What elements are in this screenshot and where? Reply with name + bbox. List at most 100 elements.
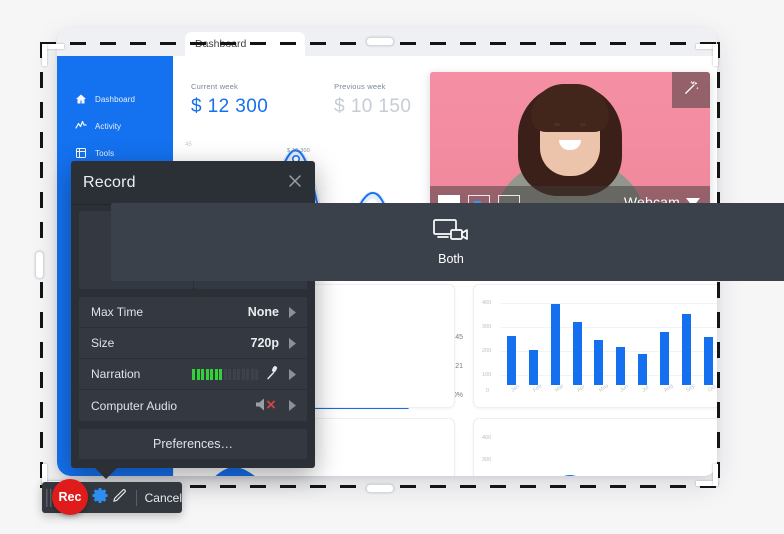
bar-x-tick: Jul	[641, 384, 651, 394]
webcam-size-large-button[interactable]	[498, 195, 520, 209]
meter-segment	[219, 368, 222, 380]
mode-label: Webcam	[225, 260, 275, 274]
meter-segment	[223, 368, 227, 380]
chevron-down-icon	[686, 194, 700, 210]
preferences-label: Preferences…	[153, 437, 233, 451]
webcam-source-dropdown[interactable]: Webcam	[624, 194, 700, 210]
resize-handle-right-center[interactable]	[716, 251, 725, 279]
mode-screen-button[interactable]: Screen	[79, 211, 193, 289]
magic-wand-button[interactable]	[672, 72, 710, 108]
meter-segment	[196, 368, 200, 380]
sidebar-logo	[57, 56, 173, 90]
webcam-size-medium-button[interactable]	[468, 195, 490, 209]
bar	[507, 335, 517, 385]
bar	[572, 322, 582, 385]
preferences-button[interactable]: Preferences…	[79, 429, 307, 459]
bar	[528, 349, 538, 385]
card-area-chart: 400 300 200 100	[473, 418, 717, 476]
microphone-icon[interactable]	[266, 365, 279, 383]
x-tick: Fri	[329, 260, 336, 266]
cancel-button[interactable]: Cancel	[145, 491, 182, 505]
record-mode-selector: Screen Webcam Both	[71, 203, 784, 289]
tab-label: Dashboard	[195, 38, 247, 50]
bar	[703, 336, 713, 385]
chevron-right-icon	[285, 306, 299, 318]
record-label: Rec	[58, 490, 82, 504]
mode-label: Screen	[115, 260, 156, 274]
speaker-muted-icon[interactable]	[255, 397, 279, 415]
kpi-value: $ 10 150	[334, 96, 412, 117]
webcam-size-small-button[interactable]	[438, 195, 460, 209]
webcam-controls-bar: Webcam	[430, 186, 710, 218]
meter-segment	[228, 368, 231, 380]
chevron-right-icon	[285, 368, 299, 380]
settings-button[interactable]	[91, 487, 111, 509]
record-button[interactable]: Rec	[52, 479, 88, 515]
meter-segment	[232, 368, 236, 380]
meter-segment	[201, 368, 204, 380]
mode-webcam-button[interactable]: Webcam	[193, 211, 307, 289]
magic-wand-icon	[682, 79, 700, 102]
webcam-preview-overlay[interactable]: Webcam	[430, 72, 710, 218]
gear-icon	[92, 487, 109, 509]
option-max-time[interactable]: Max Time None	[79, 297, 307, 328]
kpi-current-week: Current week $ 12 300	[191, 82, 268, 118]
bar-series	[502, 297, 717, 385]
move-drag-handle[interactable]	[355, 238, 395, 276]
draw-annotate-button[interactable]	[110, 487, 130, 509]
pencil-icon	[111, 487, 128, 509]
meter-segment	[205, 368, 209, 380]
option-label: Max Time	[91, 305, 144, 319]
home-icon	[75, 93, 87, 105]
tools-grid-icon	[75, 147, 87, 159]
bar-y-tick: 200	[482, 348, 492, 354]
meter-segment	[255, 368, 258, 380]
browser-tabbar: Dashboard	[57, 28, 717, 56]
sidebar-item-label: Activity	[95, 121, 122, 131]
recorder-toolbar: Cancel Rec	[42, 479, 182, 515]
sidebar-item-label: Dashboard	[95, 94, 136, 104]
bar-x-tick: Oct	[706, 383, 717, 394]
move-arrows-icon	[362, 242, 388, 273]
option-value: 720p	[250, 336, 280, 350]
screen-recorder-screenshot: Dashboard Dashboard Activity Tools Curre…	[0, 0, 784, 534]
narration-level-meter	[192, 368, 258, 380]
resize-handle-bottom-center[interactable]	[366, 484, 394, 493]
record-panel-title: Record	[83, 173, 136, 191]
bar-x-axis: JanFebMarAprMayJunJulAugSepOctNovDec	[502, 383, 717, 405]
record-panel-header: Record	[71, 161, 315, 205]
bar-y-tick: 0	[486, 388, 490, 394]
bar	[659, 332, 669, 385]
option-computer-audio[interactable]: Computer Audio	[79, 390, 307, 421]
bar	[638, 354, 648, 385]
bar	[550, 303, 560, 385]
option-size[interactable]: Size 720p	[79, 328, 307, 359]
option-label: Narration	[91, 367, 141, 381]
kpi-label: Previous week	[334, 82, 386, 91]
meter-segment	[192, 368, 195, 380]
line-chart-tooltip: $ 12 300	[287, 148, 311, 154]
tab-dashboard[interactable]: Dashboard	[185, 32, 305, 56]
bar-x-tick: Apr	[575, 383, 587, 394]
cancel-label: Cancel	[144, 490, 182, 505]
option-value: None	[247, 305, 279, 319]
sidebar-item-activity[interactable]: Activity	[75, 117, 173, 135]
monitor-icon	[119, 226, 153, 252]
bar	[616, 346, 626, 385]
meter-segment	[214, 368, 218, 380]
area-series	[564, 475, 576, 476]
video-camera-icon	[233, 226, 267, 252]
kpi-previous-week: Previous week $ 10 150	[334, 82, 411, 118]
kpi-label: Current week	[191, 82, 239, 91]
person-hair-top	[531, 84, 609, 132]
bar-x-tick: Jun	[619, 383, 631, 394]
meter-segment	[241, 368, 245, 380]
option-narration[interactable]: Narration	[79, 359, 307, 390]
close-button[interactable]	[286, 174, 304, 192]
sidebar-item-tools[interactable]: Tools	[75, 144, 173, 162]
resize-handle-left-center[interactable]	[35, 251, 44, 279]
sidebar-item-dashboard[interactable]: Dashboard	[75, 90, 173, 108]
toolbar-separator	[135, 489, 137, 506]
bar-y-tick: 400	[482, 300, 492, 306]
meter-segment	[237, 368, 240, 380]
